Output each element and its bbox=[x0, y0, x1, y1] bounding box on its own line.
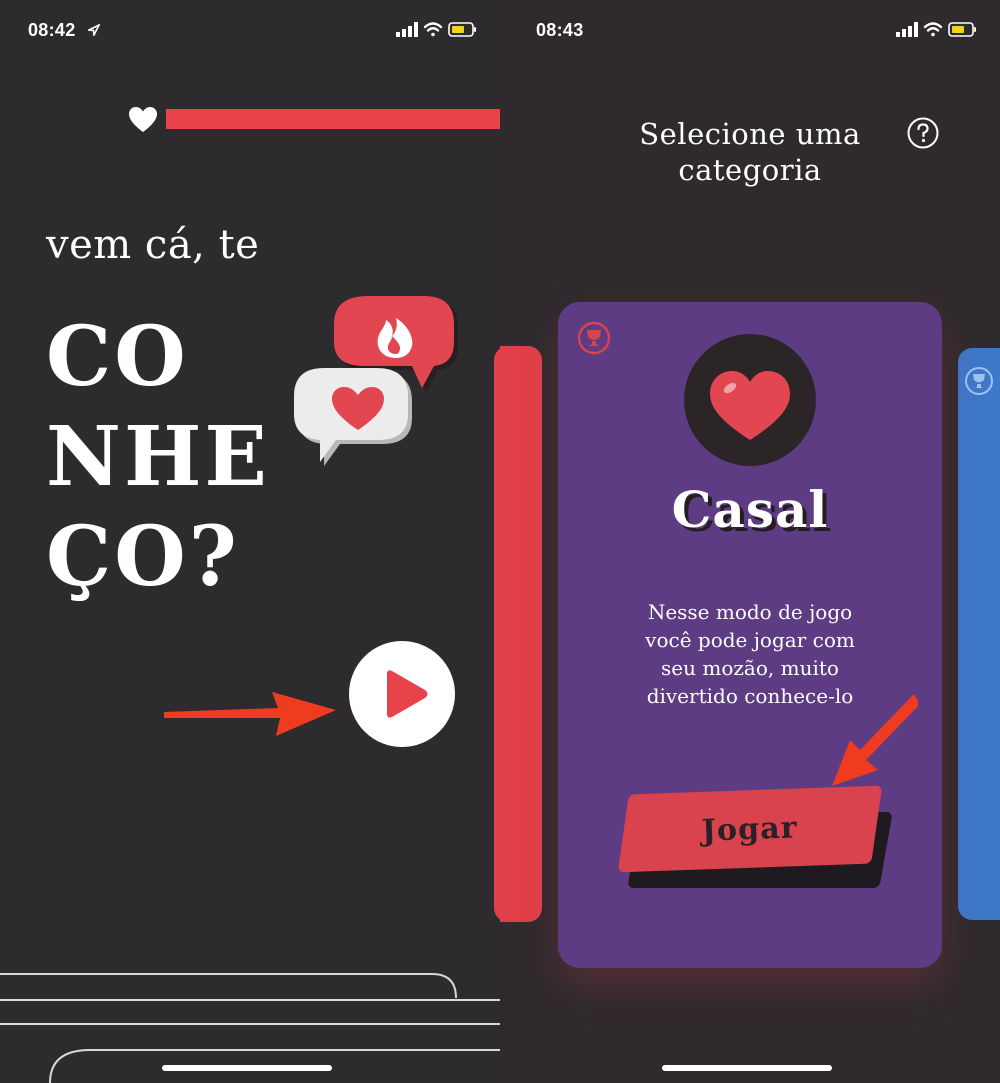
category-card[interactable]: Casal Nesse modo de jogo você pode jogar… bbox=[558, 302, 942, 968]
heart-bubble bbox=[294, 368, 412, 466]
play-game-button-label: Jogar bbox=[701, 809, 799, 849]
status-time: 08:43 bbox=[536, 20, 584, 40]
description-line: você pode jogar com bbox=[645, 628, 855, 652]
play-icon bbox=[387, 670, 428, 718]
trophy-icon bbox=[577, 321, 611, 355]
home-indicator bbox=[662, 1065, 832, 1071]
home-indicator bbox=[162, 1065, 332, 1071]
play-game-button[interactable]: Jogar bbox=[617, 785, 883, 873]
page-title-line-2: categoria bbox=[678, 153, 822, 187]
category-icon-circle bbox=[684, 334, 816, 466]
annotation-arrow-icon bbox=[164, 692, 336, 736]
heading-line-1: CO bbox=[46, 309, 189, 405]
category-screen: 08:43 Selecione uma categoria Casal Ness… bbox=[500, 0, 1000, 1083]
progress-bar bbox=[166, 109, 500, 129]
status-icons-group bbox=[396, 22, 476, 37]
category-description: Nesse modo de jogo você pode jogar com s… bbox=[610, 598, 890, 710]
heart-icon bbox=[129, 107, 157, 132]
wifi-icon bbox=[923, 22, 943, 37]
battery-icon bbox=[448, 22, 476, 37]
signal-icon bbox=[396, 22, 418, 37]
heart-icon bbox=[710, 371, 790, 440]
heading-line-3: ÇO? bbox=[46, 509, 240, 605]
wifi-icon bbox=[423, 22, 443, 37]
play-button[interactable] bbox=[349, 641, 455, 747]
previous-card-peek[interactable] bbox=[500, 346, 542, 922]
battery-icon bbox=[948, 22, 976, 37]
status-icons-group bbox=[896, 22, 976, 37]
status-time: 08:42 bbox=[28, 20, 76, 40]
status-icons bbox=[896, 20, 978, 40]
status-bar: 08:43 bbox=[500, 0, 1000, 60]
status-icons bbox=[396, 20, 478, 40]
question-circle-icon[interactable] bbox=[906, 116, 940, 150]
intro-screen: 08:42 vem cá, te CO NHE ÇO? bbox=[0, 0, 500, 1083]
next-card-peek[interactable] bbox=[958, 348, 1000, 920]
category-title: Casal bbox=[671, 480, 829, 539]
status-bar: 08:42 bbox=[0, 0, 500, 60]
intro-text: vem cá, te bbox=[46, 222, 260, 268]
description-line: Nesse modo de jogo bbox=[647, 600, 853, 624]
trophy-icon bbox=[965, 367, 993, 395]
heading-line-2: NHE bbox=[46, 409, 270, 505]
location-arrow-icon bbox=[88, 24, 100, 36]
description-line: seu mozão, muito bbox=[661, 656, 839, 680]
description-line: divertido conhece-lo bbox=[646, 684, 854, 708]
chat-bubbles-illustration bbox=[294, 296, 458, 466]
signal-icon bbox=[896, 22, 918, 37]
